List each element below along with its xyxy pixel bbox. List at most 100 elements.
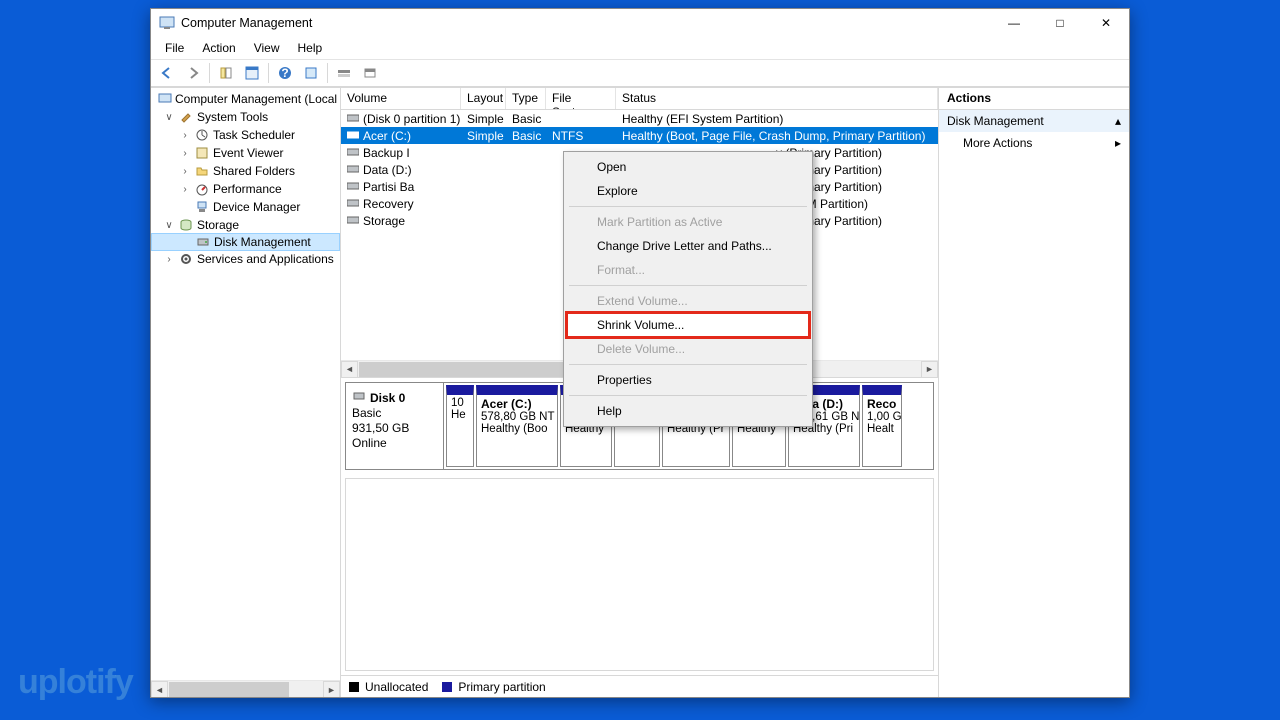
volume-icon	[347, 112, 361, 126]
menu-view[interactable]: View	[246, 39, 288, 57]
ctx-separator	[569, 206, 807, 207]
ctx-properties[interactable]: Properties	[567, 368, 809, 392]
context-menu: Open Explore Mark Partition as Active Ch…	[563, 151, 813, 427]
expand-icon[interactable]: ∨	[163, 220, 175, 231]
volume-icon	[347, 180, 361, 194]
tree-task-scheduler[interactable]: ›Task Scheduler	[151, 126, 340, 144]
actions-header: Actions	[939, 88, 1129, 110]
tree-disk-management[interactable]: Disk Management	[151, 233, 340, 251]
menubar: File Action View Help	[151, 37, 1129, 59]
disk-state: Online	[352, 436, 437, 450]
empty-area	[345, 478, 934, 671]
ctx-help[interactable]: Help	[567, 399, 809, 423]
ctx-explore[interactable]: Explore	[567, 179, 809, 203]
volume-icon	[347, 214, 361, 228]
view-top-button[interactable]	[332, 62, 356, 84]
ctx-open[interactable]: Open	[567, 155, 809, 179]
app-icon	[159, 15, 175, 31]
expand-icon[interactable]: ›	[179, 166, 191, 177]
tree-device-manager[interactable]: Device Manager	[151, 198, 340, 216]
action-more-actions[interactable]: More Actions▸	[939, 132, 1129, 154]
menu-action[interactable]: Action	[194, 39, 243, 57]
properties-button[interactable]	[240, 62, 264, 84]
close-button[interactable]: ✕	[1083, 9, 1129, 37]
volume-block[interactable]: Reco1,00 GHealt	[862, 385, 902, 467]
scroll-thumb[interactable]	[169, 682, 289, 697]
scroll-track[interactable]	[168, 681, 323, 697]
expand-icon[interactable]: ∨	[163, 112, 175, 123]
disk-kind: Basic	[352, 406, 437, 420]
computer-management-window: Computer Management — □ ✕ File Action Vi…	[150, 8, 1130, 698]
col-layout[interactable]: Layout	[461, 88, 506, 109]
tree-system-tools[interactable]: ∨System Tools	[151, 108, 340, 126]
performance-icon	[194, 181, 210, 197]
back-button[interactable]	[155, 62, 179, 84]
scroll-right-button[interactable]: ►	[921, 361, 938, 378]
expand-icon[interactable]: ›	[179, 148, 191, 159]
event-icon	[194, 145, 210, 161]
ctx-separator	[569, 285, 807, 286]
tree-storage[interactable]: ∨Storage	[151, 216, 340, 234]
expand-icon[interactable]: ›	[179, 130, 191, 141]
menu-help[interactable]: Help	[290, 39, 331, 57]
legend-swatch-primary	[442, 682, 452, 692]
actions-pane: Actions Disk Management▴ More Actions▸	[939, 88, 1129, 697]
volume-block[interactable]: Acer (C:)578,80 GB NTHealthy (Boo	[476, 385, 558, 467]
ctx-separator	[569, 395, 807, 396]
show-hide-tree-button[interactable]	[214, 62, 238, 84]
legend: Unallocated Primary partition	[341, 675, 938, 697]
disk-icon	[352, 389, 366, 403]
menu-file[interactable]: File	[157, 39, 192, 57]
disk-icon	[195, 234, 211, 250]
ctx-change-letter[interactable]: Change Drive Letter and Paths...	[567, 234, 809, 258]
device-icon	[194, 199, 210, 215]
folder-icon	[194, 163, 210, 179]
forward-button[interactable]	[181, 62, 205, 84]
disk-info: Disk 0 Basic 931,50 GB Online	[346, 383, 444, 469]
col-status[interactable]: Status	[616, 88, 938, 109]
chevron-up-icon: ▴	[1115, 114, 1121, 128]
tree-shared-folders[interactable]: ›Shared Folders	[151, 162, 340, 180]
scroll-left-button[interactable]: ◄	[341, 361, 358, 378]
tree-performance[interactable]: ›Performance	[151, 180, 340, 198]
col-volume[interactable]: Volume	[341, 88, 461, 109]
ctx-format: Format...	[567, 258, 809, 282]
scroll-left-button[interactable]: ◄	[151, 681, 168, 697]
minimize-button[interactable]: —	[991, 9, 1037, 37]
toolbar: ?	[151, 59, 1129, 87]
storage-icon	[178, 217, 194, 233]
help-button[interactable]: ?	[273, 62, 297, 84]
expand-icon[interactable]: ›	[179, 184, 191, 195]
services-icon	[178, 251, 194, 267]
col-type[interactable]: Type	[506, 88, 546, 109]
expand-icon[interactable]: ›	[163, 254, 175, 265]
volume-block[interactable]: 10He	[446, 385, 474, 467]
ctx-separator	[569, 364, 807, 365]
column-headers: Volume Layout Type File System Status	[341, 88, 938, 110]
ctx-extend-volume: Extend Volume...	[567, 289, 809, 313]
volume-row[interactable]: Acer (C:)SimpleBasicNTFSHealthy (Boot, P…	[341, 127, 938, 144]
legend-primary: Primary partition	[458, 680, 545, 694]
scroll-right-button[interactable]: ►	[323, 681, 340, 697]
tree-pane[interactable]: Computer Management (Local ∨System Tools…	[151, 88, 341, 697]
action-disk-management[interactable]: Disk Management▴	[939, 110, 1129, 132]
titlebar[interactable]: Computer Management — □ ✕	[151, 9, 1129, 37]
volume-icon	[347, 146, 361, 160]
view-bottom-button[interactable]	[358, 62, 382, 84]
tree-services[interactable]: ›Services and Applications	[151, 250, 340, 268]
ctx-mark-active: Mark Partition as Active	[567, 210, 809, 234]
toolbar-separator	[327, 63, 328, 83]
tree-event-viewer[interactable]: ›Event Viewer	[151, 144, 340, 162]
refresh-button[interactable]	[299, 62, 323, 84]
volume-row[interactable]: (Disk 0 partition 1)SimpleBasicHealthy (…	[341, 110, 938, 127]
tree-root[interactable]: Computer Management (Local	[151, 90, 340, 108]
maximize-button[interactable]: □	[1037, 9, 1083, 37]
tools-icon	[178, 109, 194, 125]
chevron-right-icon: ▸	[1115, 136, 1121, 150]
toolbar-separator	[268, 63, 269, 83]
window-controls: — □ ✕	[991, 9, 1129, 37]
ctx-shrink-volume[interactable]: Shrink Volume...	[567, 313, 809, 337]
col-filesystem[interactable]: File System	[546, 88, 616, 109]
volume-icon	[347, 163, 361, 177]
legend-unallocated: Unallocated	[365, 680, 428, 694]
